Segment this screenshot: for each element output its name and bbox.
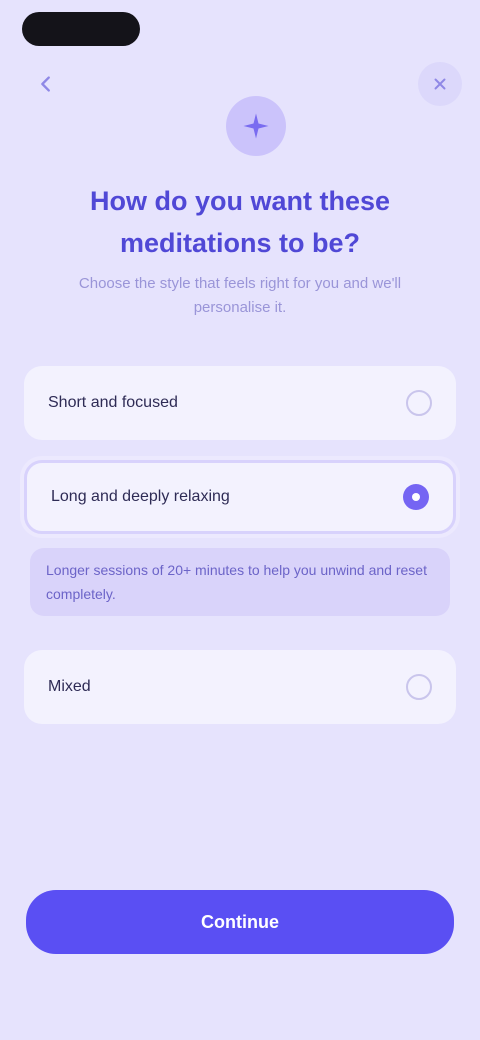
option-label: Mixed — [48, 678, 91, 695]
sparkle-icon — [243, 113, 269, 139]
back-icon[interactable] — [24, 62, 68, 106]
close-button[interactable] — [418, 62, 462, 106]
radio-selected-icon[interactable] — [403, 484, 429, 510]
status-bar-pill — [22, 12, 140, 46]
page-title: How do you want these meditations to be? — [89, 186, 391, 258]
radio-unselected-icon[interactable] — [406, 674, 432, 700]
option-description: Longer sessions of 20+ minutes to help y… — [30, 548, 450, 616]
option-mixed[interactable]: Mixed — [24, 650, 456, 724]
close-icon — [434, 78, 446, 90]
option-short[interactable]: Short and focused — [24, 366, 456, 440]
continue-button[interactable]: Continue — [26, 890, 454, 954]
arrow-left-icon — [41, 76, 50, 92]
option-label: Long and deeply relaxing — [51, 488, 230, 505]
hero-icon — [226, 96, 286, 156]
option-long[interactable]: Long and deeply relaxing — [24, 460, 456, 534]
radio-unselected-icon[interactable] — [406, 390, 432, 416]
page-subtitle: Choose the style that feels right for yo… — [78, 275, 402, 316]
option-label: Short and focused — [48, 394, 178, 411]
